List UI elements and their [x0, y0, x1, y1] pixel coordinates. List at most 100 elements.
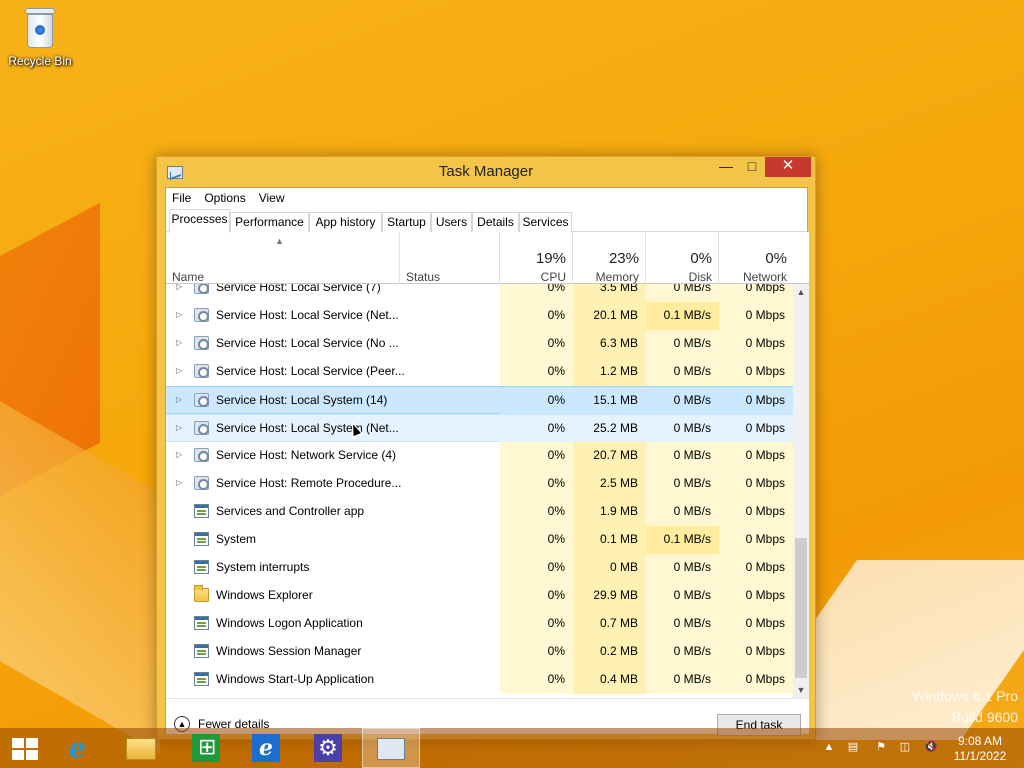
- network-total: 0%: [765, 250, 787, 267]
- taskbar-settings[interactable]: ⚙: [300, 728, 358, 768]
- process-cpu: 0%: [500, 415, 573, 443]
- process-name: Service Host: Local System (Net...: [216, 421, 399, 435]
- disk-total: 0%: [690, 250, 712, 267]
- process-row[interactable]: ▷ Service Host: Local System (Net... 0% 25.…: [166, 414, 793, 443]
- process-cpu: 0%: [500, 554, 573, 582]
- process-cpu: 0%: [500, 582, 573, 610]
- expand-arrow-icon[interactable]: ▷: [176, 470, 182, 496]
- process-memory: 1.9 MB: [573, 498, 646, 526]
- process-name: Service Host: Local Service (No ...: [216, 336, 399, 350]
- process-row[interactable]: Services and Controller app 0% 1.9 MB 0 MB/…: [166, 498, 793, 526]
- keyboard-icon[interactable]: ▤: [846, 740, 860, 754]
- taskbar-task-manager[interactable]: [362, 728, 420, 768]
- process-network: 0 Mbps: [719, 284, 793, 302]
- process-cpu: 0%: [500, 302, 573, 330]
- process-row[interactable]: ▷ Service Host: Local Service (Peer... 0% 1…: [166, 358, 793, 386]
- title-bar[interactable]: Task Manager — □ ✕: [157, 157, 815, 187]
- tab-details[interactable]: Details: [472, 212, 519, 232]
- tab-strip: Processes Performance App history Startu…: [166, 208, 807, 233]
- expand-arrow-icon[interactable]: ▷: [176, 387, 182, 413]
- tab-performance[interactable]: Performance: [230, 212, 309, 232]
- process-row[interactable]: ▷ Service Host: Local Service (7) 0% 3.5 MB…: [166, 284, 793, 302]
- column-disk-label: Disk: [688, 270, 712, 284]
- gear-icon: [194, 308, 209, 322]
- clock-time: 9:08 AM: [957, 734, 1003, 748]
- show-hidden-icons-icon[interactable]: ▲: [822, 740, 836, 754]
- expand-arrow-icon[interactable]: ▷: [176, 358, 182, 384]
- menu-options[interactable]: Options: [204, 191, 245, 205]
- tab-app-history[interactable]: App history: [309, 212, 382, 232]
- process-cpu: 0%: [500, 358, 573, 386]
- process-row[interactable]: ▷ Service Host: Local Service (Net... 0% 20…: [166, 302, 793, 330]
- process-row[interactable]: ▷ Service Host: Local System (14) 0% 15.1 M…: [166, 386, 793, 415]
- recycle-bin[interactable]: Recycle Bin: [4, 6, 76, 68]
- watermark-edition: Windows 8.1 Pro: [912, 688, 1018, 704]
- column-disk[interactable]: 0% Disk: [646, 232, 719, 284]
- internet-explorer-tile-icon: e: [252, 734, 280, 762]
- column-name[interactable]: ▲ Name: [166, 232, 400, 284]
- process-row[interactable]: Windows Session Manager 0% 0.2 MB 0 MB/s 0 M…: [166, 638, 793, 666]
- taskbar-clock[interactable]: 9:08 AM 11/1/2022: [946, 734, 1014, 764]
- start-icon: [12, 738, 38, 760]
- expand-arrow-icon[interactable]: ▷: [176, 415, 182, 441]
- process-disk: 0 MB/s: [646, 415, 719, 443]
- process-cpu: 0%: [500, 330, 573, 358]
- process-memory: 20.1 MB: [573, 302, 646, 330]
- scroll-thumb[interactable]: [795, 538, 807, 678]
- network-icon[interactable]: ◫: [898, 740, 912, 754]
- process-disk: 0 MB/s: [646, 330, 719, 358]
- minimize-button[interactable]: —: [713, 157, 739, 177]
- gear-icon: [194, 476, 209, 490]
- vertical-scrollbar[interactable]: ▲ ▼: [793, 284, 809, 698]
- tab-processes[interactable]: Processes: [169, 209, 230, 233]
- taskbar-file-explorer[interactable]: [112, 728, 170, 768]
- column-memory-label: Memory: [595, 270, 639, 284]
- process-disk: 0.1 MB/s: [646, 526, 719, 554]
- tab-services[interactable]: Services: [519, 212, 572, 232]
- close-button[interactable]: ✕: [765, 157, 811, 177]
- process-disk: 0 MB/s: [646, 610, 719, 638]
- volume-muted-icon[interactable]: 🔇: [924, 740, 938, 754]
- menu-view[interactable]: View: [259, 191, 285, 205]
- process-row[interactable]: ▷ Service Host: Network Service (4) 0% 20.7…: [166, 442, 793, 470]
- column-memory[interactable]: 23% Memory: [573, 232, 646, 284]
- process-row[interactable]: System 0% 0.1 MB 0.1 MB/s 0 Mbps: [166, 526, 793, 554]
- process-network: 0 Mbps: [719, 666, 793, 694]
- process-name: Service Host: Network Service (4): [216, 448, 397, 462]
- tab-users[interactable]: Users: [431, 212, 472, 232]
- expand-arrow-icon[interactable]: ▷: [176, 442, 182, 468]
- tab-startup[interactable]: Startup: [382, 212, 431, 232]
- process-row[interactable]: Windows Start-Up Application 0% 0.4 MB 0 MB…: [166, 666, 793, 694]
- process-row[interactable]: Windows Logon Application 0% 0.7 MB 0 MB/s 0…: [166, 610, 793, 638]
- scroll-down-icon[interactable]: ▼: [793, 682, 809, 698]
- process-network: 0 Mbps: [719, 442, 793, 470]
- column-cpu[interactable]: 19% CPU: [500, 232, 573, 284]
- taskbar-internet-explorer[interactable]: e: [52, 728, 110, 768]
- taskbar-store[interactable]: [176, 728, 234, 768]
- recycle-bin-label: Recycle Bin: [8, 54, 72, 68]
- process-row[interactable]: ▷ Service Host: Local Service (No ... 0% 6.…: [166, 330, 793, 358]
- process-row[interactable]: Windows Explorer 0% 29.9 MB 0 MB/s 0 Mbps: [166, 582, 793, 610]
- menu-file[interactable]: File: [172, 191, 191, 205]
- maximize-button[interactable]: □: [739, 157, 765, 177]
- process-memory: 0 MB: [573, 554, 646, 582]
- process-name: Windows Start-Up Application: [216, 672, 375, 686]
- start-button[interactable]: [0, 728, 50, 768]
- scroll-up-icon[interactable]: ▲: [793, 284, 809, 300]
- gear-icon: [194, 393, 209, 407]
- process-row[interactable]: ▷ Service Host: Remote Procedure... 0% 2.5 …: [166, 470, 793, 498]
- expand-arrow-icon[interactable]: ▷: [176, 284, 182, 300]
- expand-arrow-icon[interactable]: ▷: [176, 302, 182, 328]
- process-name: Service Host: Remote Procedure...: [216, 476, 402, 490]
- expand-arrow-icon[interactable]: ▷: [176, 330, 182, 356]
- settings-icon: ⚙: [314, 734, 342, 762]
- taskbar-internet-explorer-tile[interactable]: e: [238, 728, 296, 768]
- action-center-flag-icon[interactable]: ⚑: [874, 740, 888, 754]
- column-network[interactable]: 0% Network: [719, 232, 793, 284]
- column-status[interactable]: Status: [400, 232, 500, 284]
- process-name: Service Host: Local Service (Peer...: [216, 364, 405, 378]
- process-memory: 0.1 MB: [573, 526, 646, 554]
- process-name: Service Host: Local System (14): [216, 393, 388, 407]
- column-network-label: Network: [742, 270, 787, 284]
- process-row[interactable]: System interrupts 0% 0 MB 0 MB/s 0 Mbps: [166, 554, 793, 582]
